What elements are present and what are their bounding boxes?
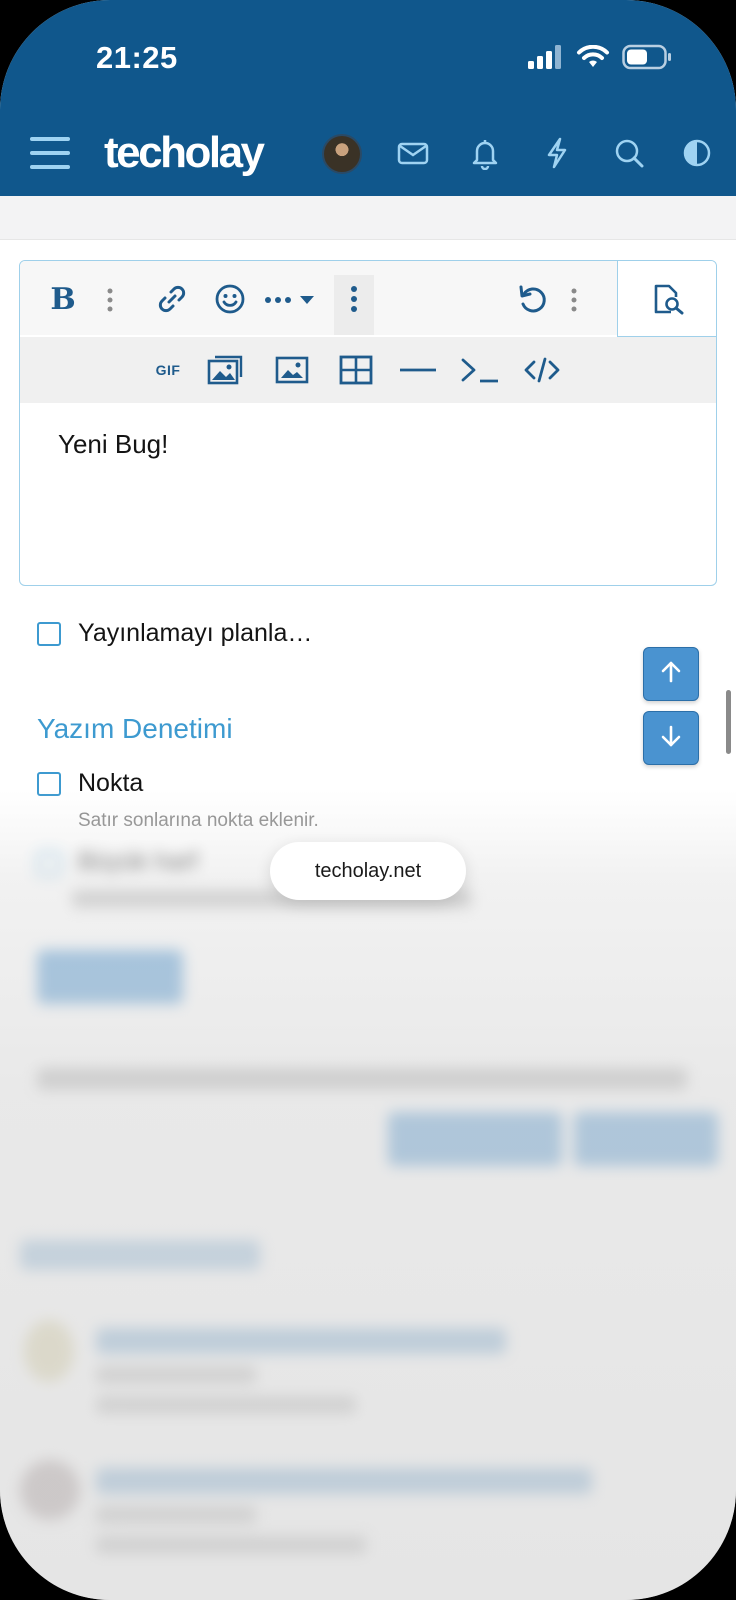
media-gallery-icon[interactable] [206,351,246,387]
status-time: 21:25 [96,40,178,75]
status-icons [528,44,672,75]
more-vertical-icon[interactable] [564,283,584,317]
buyuk-harf-label[interactable]: Büyük harf [78,848,198,877]
blurred-thread-avatar [20,1460,80,1520]
blurred-thread-avatar [24,1320,74,1382]
image-icon[interactable] [274,353,310,387]
site-logo[interactable]: techolay [104,128,265,178]
horizontal-line-icon[interactable] [398,353,438,387]
blurred-thread-title[interactable] [96,1328,506,1354]
blurred-attachment-row [37,1068,687,1090]
preview-button[interactable] [617,261,716,337]
message-editor: B GIF Yeni Bug! [19,260,717,586]
content-top-strip [0,196,736,240]
scrollbar[interactable] [726,690,731,754]
blurred-content: Büyük harf [0,820,736,1600]
smiley-icon[interactable] [212,281,248,317]
menu-icon[interactable] [30,136,72,170]
blurred-thread-title[interactable] [96,1468,592,1494]
nokta-label[interactable]: Nokta [78,769,143,798]
schedule-label[interactable]: Yayınlamayı planla… [78,619,312,648]
wifi-icon [576,44,610,74]
editor-toolbar-secondary: GIF [20,337,716,403]
blurred-thread-meta [96,1536,366,1554]
more-vertical-icon[interactable] [100,283,120,317]
more-vertical-icon[interactable] [340,281,368,317]
scroll-down-button[interactable] [643,711,699,765]
header: 21:25 techolay [0,0,736,196]
schedule-checkbox[interactable] [37,622,61,646]
editor-content[interactable]: Yeni Bug! [58,429,168,460]
top-navigation: techolay [0,122,736,188]
scroll-up-button[interactable] [643,647,699,701]
gif-icon[interactable]: GIF [148,353,188,387]
theme-toggle-icon[interactable] [680,136,714,170]
blurred-button[interactable] [37,950,183,1004]
code-block-icon[interactable] [522,353,562,387]
undo-icon[interactable] [514,281,550,317]
mail-icon[interactable] [396,136,430,170]
spellcheck-title: Yazım Denetimi [37,713,233,744]
code-inline-icon[interactable] [458,353,502,387]
arrow-down-icon [658,723,684,754]
blurred-button[interactable] [388,1112,562,1166]
lightning-icon[interactable] [540,136,574,170]
blurred-section-title [20,1240,260,1270]
blurred-thread-meta [96,1506,256,1524]
signal-icon [528,45,564,74]
phone-screen: 21:25 techolay B GIF Yeni Bug! Yayınlama… [0,0,736,1600]
link-icon[interactable] [154,281,190,317]
nokta-checkbox[interactable] [37,772,61,796]
bell-icon[interactable] [468,136,502,171]
search-icon[interactable] [612,136,646,170]
avatar[interactable] [322,134,362,174]
url-pill[interactable]: techolay.net [270,842,466,900]
blurred-thread-meta [96,1366,256,1384]
preview-icon [650,281,686,317]
blurred-button[interactable] [574,1112,718,1166]
status-bar: 21:25 [0,0,736,110]
editor-toolbar-primary: B [20,261,617,335]
battery-icon [622,44,672,75]
buyuk-harf-checkbox[interactable] [37,852,61,876]
bold-icon[interactable]: B [46,279,80,319]
more-horizontal-icon[interactable] [262,283,318,317]
arrow-up-icon [658,659,684,690]
blurred-thread-meta [96,1396,356,1414]
table-icon[interactable] [338,353,374,387]
